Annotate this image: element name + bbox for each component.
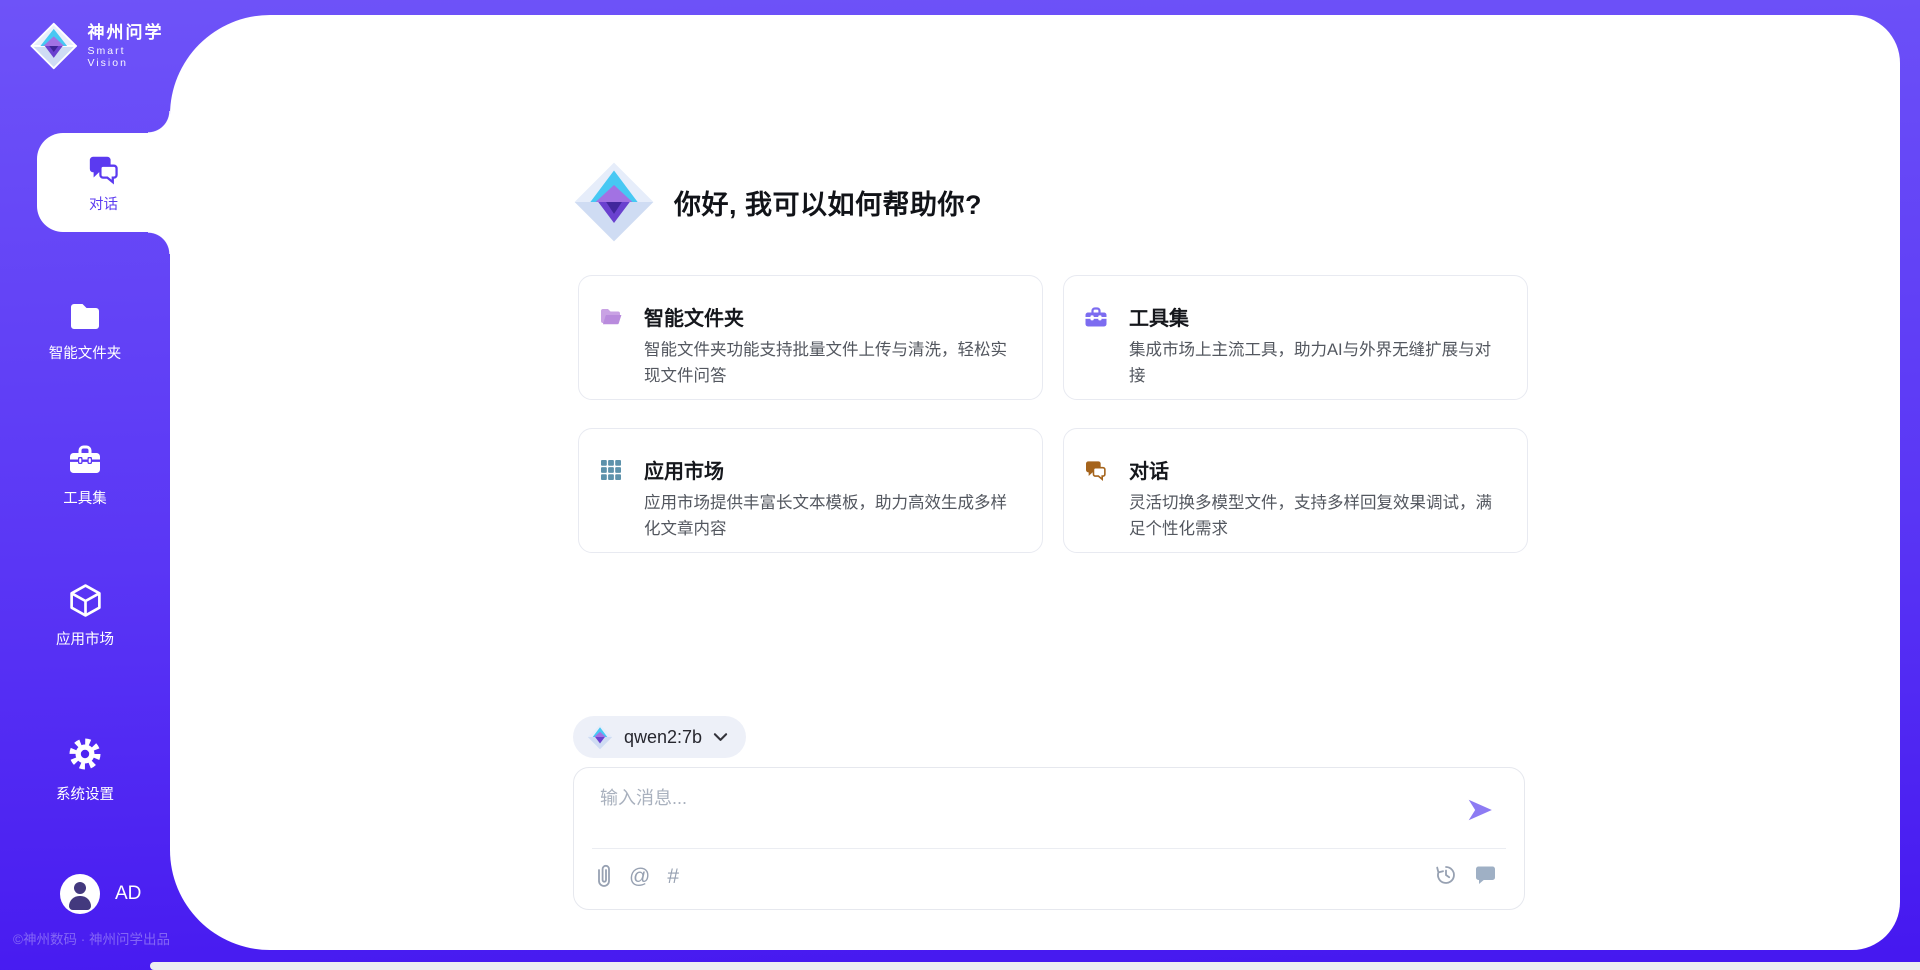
sidebar-item-label: 应用市场 — [56, 628, 114, 649]
assistant-diamond-icon — [572, 160, 656, 244]
card-title: 工具集 — [1129, 302, 1189, 331]
sidebar-item-label: 智能文件夹 — [49, 342, 122, 363]
card-description: 集成市场上主流工具，助力AI与外界无缝扩展与对接 — [1129, 338, 1503, 389]
user-profile[interactable]: AD — [60, 874, 141, 914]
send-button[interactable] — [1466, 796, 1494, 824]
message-input[interactable] — [598, 782, 1462, 842]
sidebar: 神州问学 Smart Vision 对话 智能文件夹 工具集 — [0, 0, 170, 970]
avatar-body — [69, 896, 91, 910]
message-input-card: @ # — [573, 767, 1525, 910]
at-icon: @ — [629, 866, 650, 887]
paperclip-icon — [596, 863, 612, 889]
chevron-down-icon — [713, 732, 728, 743]
sidebar-item-chat[interactable]: 对话 — [37, 133, 170, 232]
chat-bubbles-icon — [87, 152, 121, 186]
card-description: 应用市场提供丰富长文本模板，助力高效生成多样化文章内容 — [644, 491, 1018, 542]
card-title: 应用市场 — [644, 455, 724, 484]
user-avatar — [60, 874, 100, 914]
feature-cards: 智能文件夹 智能文件夹功能支持批量文件上传与清洗，轻松实现文件问答 工具集 集成… — [578, 275, 1528, 553]
card-title: 智能文件夹 — [644, 302, 744, 331]
brand-diamond-icon — [30, 22, 78, 70]
hashtag-button[interactable]: # — [667, 866, 679, 887]
card-description: 智能文件夹功能支持批量文件上传与清洗，轻松实现文件问答 — [644, 338, 1018, 389]
card-toolset[interactable]: 工具集 集成市场上主流工具，助力AI与外界无缝扩展与对接 — [1063, 275, 1528, 400]
folder-icon — [67, 299, 103, 333]
greeting-text: 你好, 我可以如何帮助你? — [674, 183, 982, 222]
card-description: 灵活切换多模型文件，支持多样回复效果调试，满足个性化需求 — [1129, 491, 1503, 542]
sidebar-item-label: 系统设置 — [56, 783, 114, 804]
brand-subtitle: Smart Vision — [88, 45, 170, 69]
input-divider — [592, 848, 1506, 849]
sidebar-item-smart-folder[interactable]: 智能文件夹 — [0, 299, 170, 363]
model-selector[interactable]: qwen2:7b — [573, 716, 746, 758]
copyright-text: ©神州数码 · 神州问学出品 — [13, 928, 233, 948]
card-app-market[interactable]: 应用市场 应用市场提供丰富长文本模板，助力高效生成多样化文章内容 — [578, 428, 1043, 553]
send-icon — [1466, 796, 1494, 824]
folder-open-icon — [599, 305, 623, 329]
sidebar-item-toolset[interactable]: 工具集 — [0, 442, 170, 508]
chat-bubble-icon — [1473, 863, 1498, 887]
model-diamond-icon — [587, 724, 613, 750]
attachment-button[interactable] — [596, 863, 612, 889]
sidebar-item-label: 对话 — [89, 193, 118, 214]
feedback-chat-button[interactable] — [1473, 863, 1498, 887]
avatar-head — [74, 882, 86, 894]
history-button[interactable] — [1434, 863, 1458, 887]
sidebar-item-label: 工具集 — [63, 487, 107, 508]
hash-icon: # — [667, 866, 679, 887]
briefcase-icon — [1084, 305, 1108, 329]
brand-logo: 神州问学 Smart Vision — [30, 22, 170, 70]
briefcase-icon — [67, 442, 103, 478]
history-icon — [1434, 863, 1458, 887]
gear-icon — [65, 734, 105, 774]
model-name: qwen2:7b — [624, 727, 702, 748]
card-title: 对话 — [1129, 455, 1169, 484]
sidebar-item-settings[interactable]: 系统设置 — [0, 734, 170, 804]
brand-name: 神州问学 — [88, 23, 170, 43]
horizontal-scrollbar[interactable] — [150, 962, 1920, 970]
apps-grid-icon — [599, 458, 623, 482]
chat-bubbles-icon — [1084, 458, 1108, 482]
card-chat[interactable]: 对话 灵活切换多模型文件，支持多样回复效果调试，满足个性化需求 — [1063, 428, 1528, 553]
cube-icon — [67, 582, 104, 619]
greeting: 你好, 我可以如何帮助你? — [572, 160, 982, 244]
mention-button[interactable]: @ — [629, 866, 650, 887]
sidebar-item-app-market[interactable]: 应用市场 — [0, 582, 170, 649]
user-name: AD — [115, 883, 141, 905]
card-smart-folder[interactable]: 智能文件夹 智能文件夹功能支持批量文件上传与清洗，轻松实现文件问答 — [578, 275, 1043, 400]
